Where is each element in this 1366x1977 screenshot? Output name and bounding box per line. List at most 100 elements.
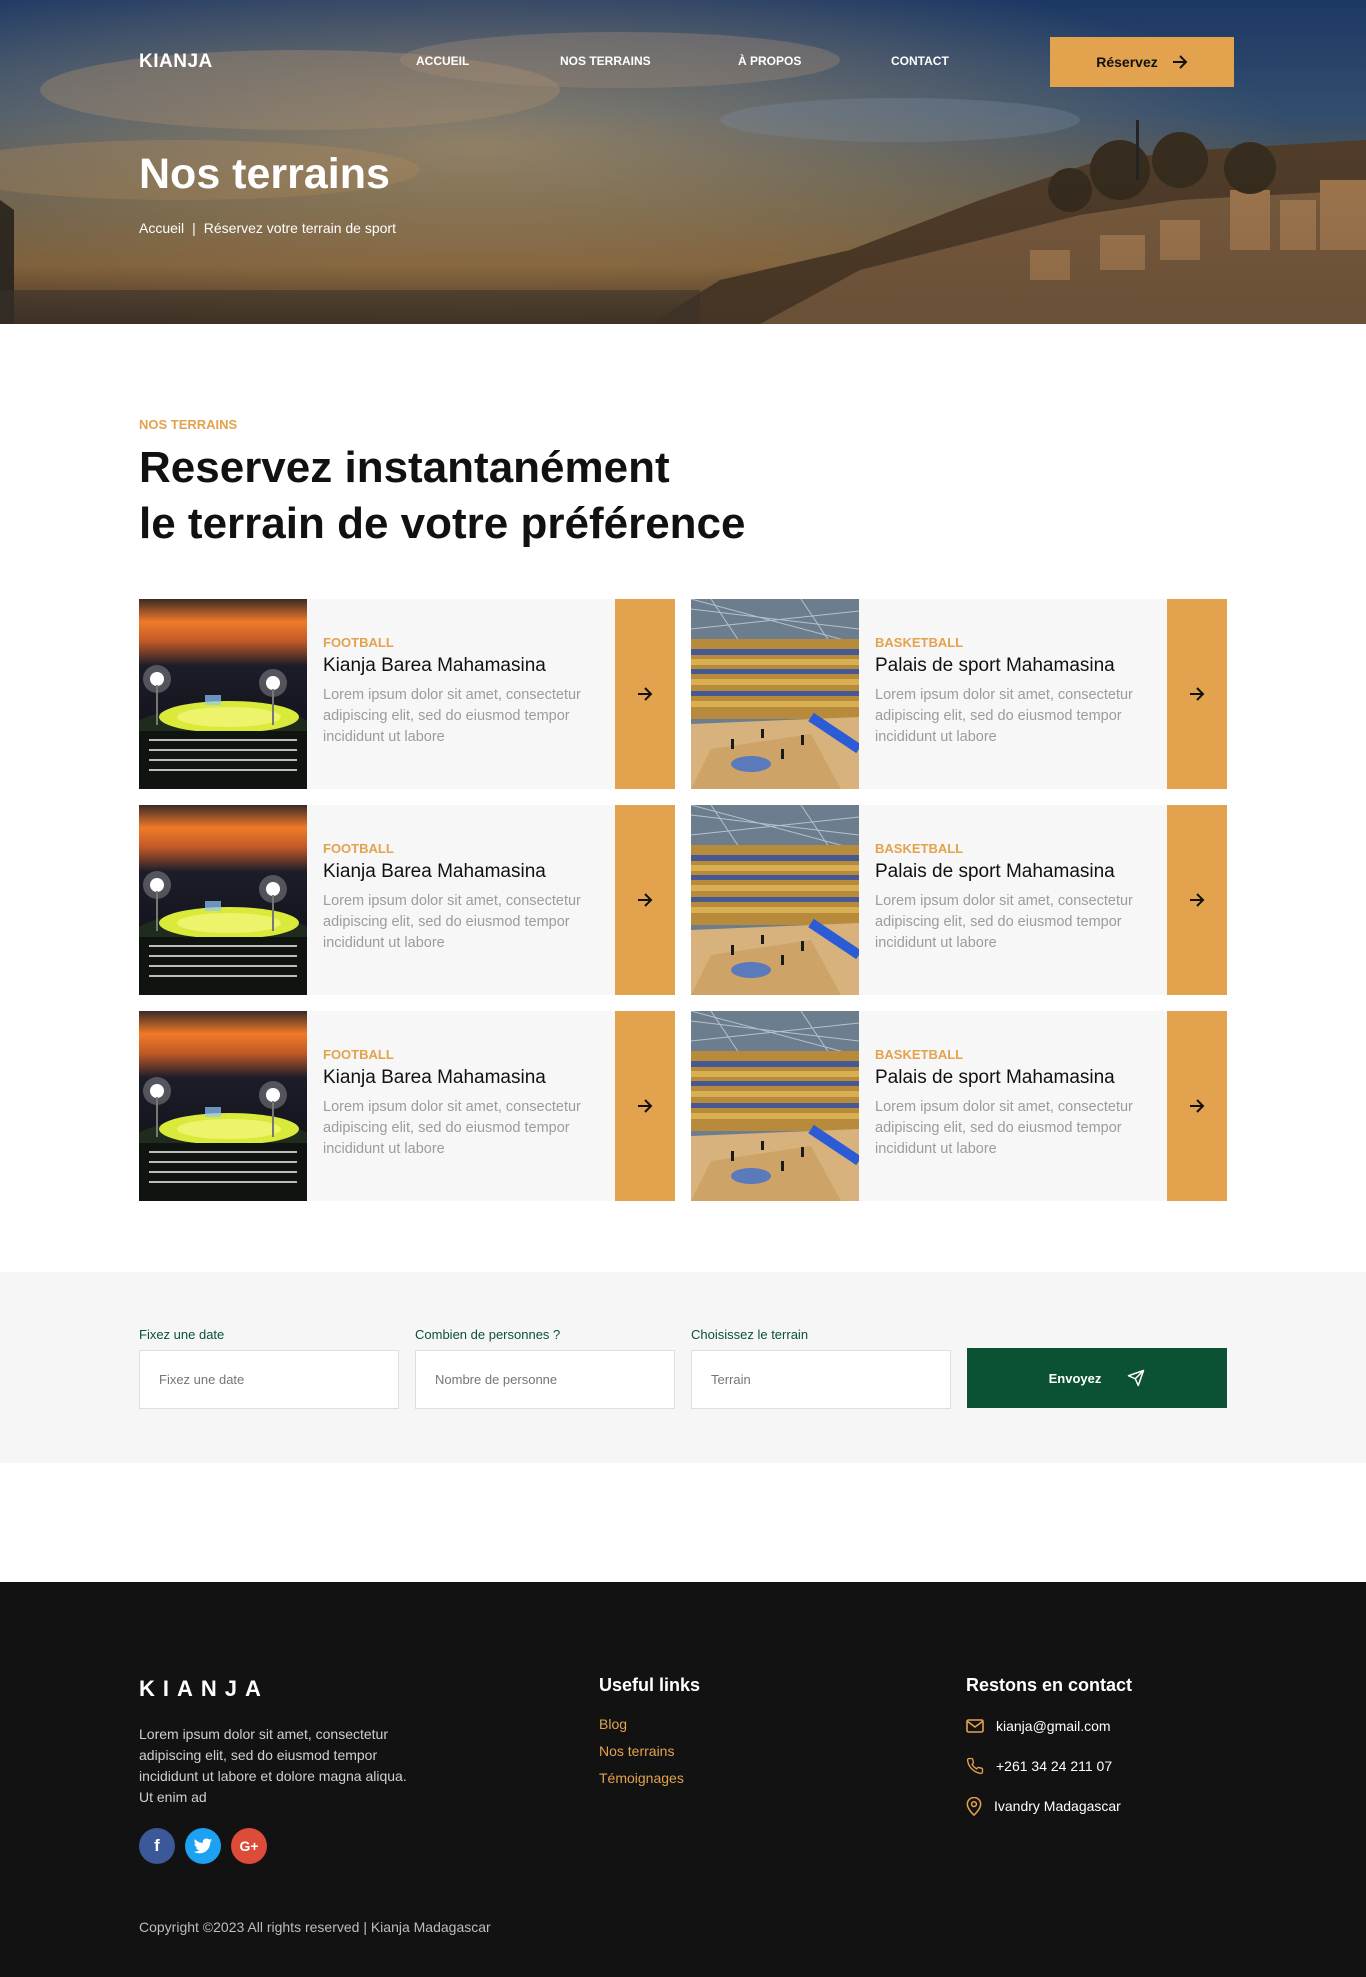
card-body: FOOTBALL Kianja Barea Mahamasina Lorem i…	[307, 599, 615, 789]
nav-link-a-propos[interactable]: À PROPOS	[738, 54, 801, 68]
page-title: Nos terrains	[139, 150, 390, 198]
twitter-bird-icon	[193, 1838, 213, 1853]
terrain-card[interactable]: BASKETBALL Palais de sport Mahamasina Lo…	[691, 1011, 1227, 1201]
useful-links: Blog Nos terrains Témoignages	[599, 1716, 684, 1786]
stadium-image	[139, 1011, 307, 1201]
card-arrow-button[interactable]	[1167, 599, 1227, 789]
send-button[interactable]: Envoyez	[967, 1348, 1227, 1408]
arena-image	[691, 1011, 859, 1201]
contact-address-text: Ivandry Madagascar	[994, 1798, 1121, 1814]
copyright-text: Copyright ©2023 All rights reserved | Ki…	[139, 1919, 491, 1935]
arrow-right-icon	[638, 687, 653, 701]
arrow-right-icon	[1172, 55, 1188, 69]
card-title: Palais de sport Mahamasina	[875, 861, 1115, 882]
card-description: Lorem ipsum dolor sit amet, consectetur …	[875, 687, 1133, 745]
arrow-right-icon	[1190, 893, 1205, 907]
card-title: Kianja Barea Mahamasina	[323, 861, 546, 882]
stadium-image	[139, 599, 307, 789]
card-body: FOOTBALL Kianja Barea Mahamasina Lorem i…	[307, 1011, 615, 1201]
contact-phone-text: +261 34 24 211 07	[996, 1758, 1113, 1774]
send-button-label: Envoyez	[1048, 1370, 1102, 1386]
terrain-card-grid: FOOTBALL Kianja Barea Mahamasina Lorem i…	[139, 599, 1227, 1201]
card-title: Palais de sport Mahamasina	[875, 1067, 1115, 1088]
section-title-line2: le terrain de votre préférence	[139, 499, 746, 548]
arrow-right-icon	[638, 893, 653, 907]
terrain-card[interactable]: FOOTBALL Kianja Barea Mahamasina Lorem i…	[139, 1011, 675, 1201]
breadcrumb: Accueil | Réservez votre terrain de spor…	[139, 220, 396, 236]
mail-icon	[966, 1719, 984, 1733]
nav-link-accueil[interactable]: ACCUEIL	[416, 54, 469, 68]
top-navigation: KIANJA ACCUEIL NOS TERRAINS À PROPOS CON…	[139, 37, 1234, 87]
nav-link-nos-terrains[interactable]: NOS TERRAINS	[560, 54, 651, 68]
section-title-line1: Reservez instantanément	[139, 443, 670, 492]
footer-logo: KIANJA	[139, 1676, 269, 1701]
card-description: Lorem ipsum dolor sit amet, consectetur …	[323, 1099, 581, 1157]
terrain-field-group: Choisissez le terrain	[691, 1327, 951, 1409]
footer-link-temoignages[interactable]: Témoignages	[599, 1770, 684, 1786]
people-label: Combien de personnes ?	[415, 1327, 561, 1342]
arena-image	[691, 805, 859, 995]
reserve-button-label: Réservez	[1096, 54, 1158, 70]
contact-phone[interactable]: +261 34 24 211 07	[966, 1756, 1121, 1776]
date-input[interactable]	[139, 1350, 399, 1409]
twitter-icon[interactable]	[185, 1828, 221, 1864]
contact-email-text: kianja@gmail.com	[996, 1718, 1111, 1734]
arrow-right-icon	[638, 1099, 653, 1113]
nav-link-contact[interactable]: CONTACT	[891, 54, 949, 68]
breadcrumb-home[interactable]: Accueil	[139, 220, 184, 236]
reserve-button[interactable]: Réservez	[1050, 37, 1234, 87]
date-label: Fixez une date	[139, 1327, 225, 1342]
contact-title: Restons en contact	[966, 1675, 1133, 1695]
card-arrow-button[interactable]	[615, 599, 675, 789]
terrain-card[interactable]: FOOTBALL Kianja Barea Mahamasina Lorem i…	[139, 805, 675, 995]
terrain-label: Choisissez le terrain	[691, 1327, 809, 1342]
card-title: Kianja Barea Mahamasina	[323, 655, 546, 676]
section-eyebrow: NOS TERRAINS	[139, 417, 238, 432]
card-arrow-button[interactable]	[1167, 1011, 1227, 1201]
phone-icon	[966, 1757, 984, 1775]
site-footer: KIANJA Lorem ipsum dolor sit amet, conse…	[0, 1582, 1366, 1977]
arena-image	[691, 599, 859, 789]
breadcrumb-current: Réservez votre terrain de sport	[203, 220, 396, 236]
stadium-image	[139, 805, 307, 995]
card-description: Lorem ipsum dolor sit amet, consectetur …	[323, 687, 581, 745]
section-title: Reservez instantanément le terrain de vo…	[139, 440, 839, 552]
breadcrumb-separator: |	[192, 220, 196, 236]
site-logo[interactable]: KIANJA	[139, 51, 213, 73]
date-field-group: Fixez une date	[139, 1327, 399, 1409]
location-pin-icon	[966, 1796, 982, 1816]
card-arrow-button[interactable]	[615, 1011, 675, 1201]
contact-email[interactable]: kianja@gmail.com	[966, 1716, 1121, 1736]
contact-list: kianja@gmail.com +261 34 24 211 07 Ivand…	[966, 1716, 1121, 1816]
card-body: BASKETBALL Palais de sport Mahamasina Lo…	[859, 805, 1167, 995]
people-input[interactable]	[415, 1350, 675, 1409]
card-title: Kianja Barea Mahamasina	[323, 1067, 546, 1088]
card-description: Lorem ipsum dolor sit amet, consectetur …	[875, 893, 1133, 951]
card-description: Lorem ipsum dolor sit amet, consectetur …	[323, 893, 581, 951]
card-arrow-button[interactable]	[615, 805, 675, 995]
card-category: FOOTBALL	[323, 841, 394, 856]
card-category: FOOTBALL	[323, 635, 394, 650]
people-field-group: Combien de personnes ?	[415, 1327, 675, 1409]
send-icon	[1128, 1369, 1145, 1387]
google-plus-icon[interactable]: G+	[231, 1828, 267, 1864]
booking-form: Fixez une date Combien de personnes ? Ch…	[0, 1272, 1366, 1463]
card-title: Palais de sport Mahamasina	[875, 655, 1115, 676]
terrain-input[interactable]	[691, 1350, 951, 1409]
terrain-card[interactable]: FOOTBALL Kianja Barea Mahamasina Lorem i…	[139, 599, 675, 789]
card-category: BASKETBALL	[875, 841, 964, 856]
card-body: BASKETBALL Palais de sport Mahamasina Lo…	[859, 1011, 1167, 1201]
contact-address[interactable]: Ivandry Madagascar	[966, 1796, 1121, 1816]
hero-banner: KIANJA ACCUEIL NOS TERRAINS À PROPOS CON…	[0, 0, 1366, 324]
card-category: FOOTBALL	[323, 1047, 394, 1062]
card-category: BASKETBALL	[875, 1047, 964, 1062]
footer-link-blog[interactable]: Blog	[599, 1716, 684, 1732]
card-arrow-button[interactable]	[1167, 805, 1227, 995]
terrain-card[interactable]: BASKETBALL Palais de sport Mahamasina Lo…	[691, 599, 1227, 789]
social-links: f G+	[139, 1828, 267, 1864]
facebook-icon[interactable]: f	[139, 1828, 175, 1864]
footer-description: Lorem ipsum dolor sit amet, consectetur …	[139, 1726, 407, 1805]
terrain-card[interactable]: BASKETBALL Palais de sport Mahamasina Lo…	[691, 805, 1227, 995]
footer-link-nos-terrains[interactable]: Nos terrains	[599, 1743, 684, 1759]
card-body: BASKETBALL Palais de sport Mahamasina Lo…	[859, 599, 1167, 789]
